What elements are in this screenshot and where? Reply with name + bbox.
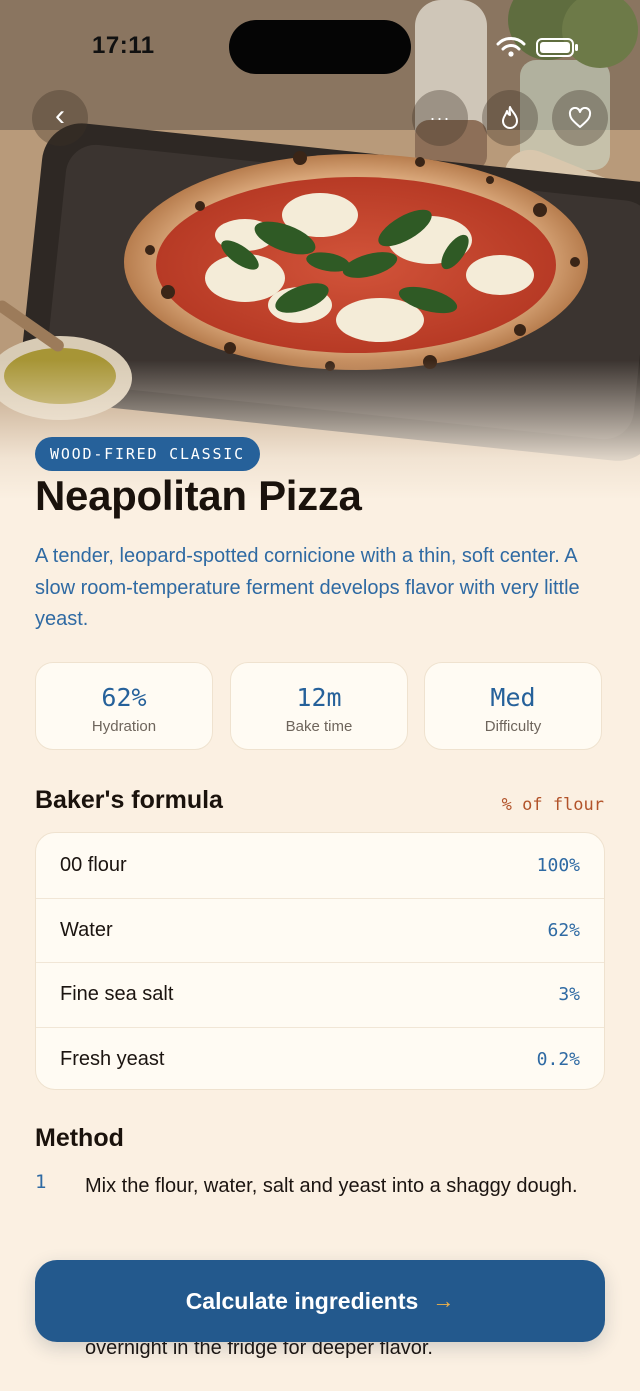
stat-label: Hydration <box>91 718 157 735</box>
chevron-left-icon: ‹ <box>55 99 65 132</box>
more-button[interactable]: ··· <box>412 90 468 146</box>
stat-difficulty: Med Difficulty <box>424 662 602 750</box>
status-icons <box>496 37 578 57</box>
favorite-button[interactable] <box>552 90 608 146</box>
ingredient-name: Water <box>60 918 113 941</box>
formula-card: 00 flour 100% Water 62% Fine sea salt 3%… <box>35 832 605 1090</box>
stat-value: Med <box>490 683 536 712</box>
ingredient-name: Fine sea salt <box>60 983 174 1006</box>
battery-icon <box>536 38 578 57</box>
flame-button[interactable] <box>482 90 538 146</box>
formula-row: 00 flour 100% <box>36 833 604 898</box>
ingredient-name: Fresh yeast <box>60 1047 165 1070</box>
stat-label: Difficulty <box>484 718 542 735</box>
calculate-ingredients-button[interactable]: Calculate ingredients → <box>35 1260 605 1342</box>
ingredient-name: 00 flour <box>60 853 127 876</box>
status-time: 17:11 <box>92 32 155 59</box>
stat-value: 12m <box>296 683 342 712</box>
flame-icon <box>502 106 518 129</box>
ingredient-percent: 0.2% <box>536 1048 580 1070</box>
stat-hydration: 62% Hydration <box>35 662 213 750</box>
wifi-icon <box>496 37 526 51</box>
stat-bake-time: 12m Bake time <box>230 662 408 750</box>
formula-row: Fresh yeast 0.2% <box>36 1026 604 1090</box>
cta-label: Calculate ingredients <box>185 1287 419 1314</box>
hero-image <box>0 0 640 500</box>
step-text: Mix the flour, water, salt and yeast int… <box>85 1175 578 1197</box>
recipe-description: A tender, leopard-spotted cornicione wit… <box>35 545 580 630</box>
formula-row: Fine sea salt 3% <box>36 962 604 1027</box>
ingredient-percent: 3% <box>558 984 580 1006</box>
stat-value: 62% <box>101 683 147 712</box>
back-button[interactable]: ‹ <box>32 90 88 146</box>
recipe-title: Neapolitan Pizza <box>35 472 362 519</box>
method-title: Method <box>35 1124 124 1152</box>
more-icon: ··· <box>429 107 451 128</box>
arrow-right-icon: → <box>432 1288 455 1313</box>
category-badge: WOOD-FIRED CLASSIC <box>35 437 260 471</box>
formula-note: % of flour <box>501 795 604 815</box>
formula-title: Baker's formula <box>35 786 223 814</box>
heart-icon <box>568 107 592 128</box>
ingredient-percent: 100% <box>536 854 580 876</box>
stat-label: Bake time <box>285 718 353 735</box>
step-number: 1 <box>35 1171 47 1193</box>
formula-row: Water 62% <box>36 897 604 963</box>
ingredient-percent: 62% <box>547 919 580 941</box>
dynamic-island <box>229 20 411 74</box>
